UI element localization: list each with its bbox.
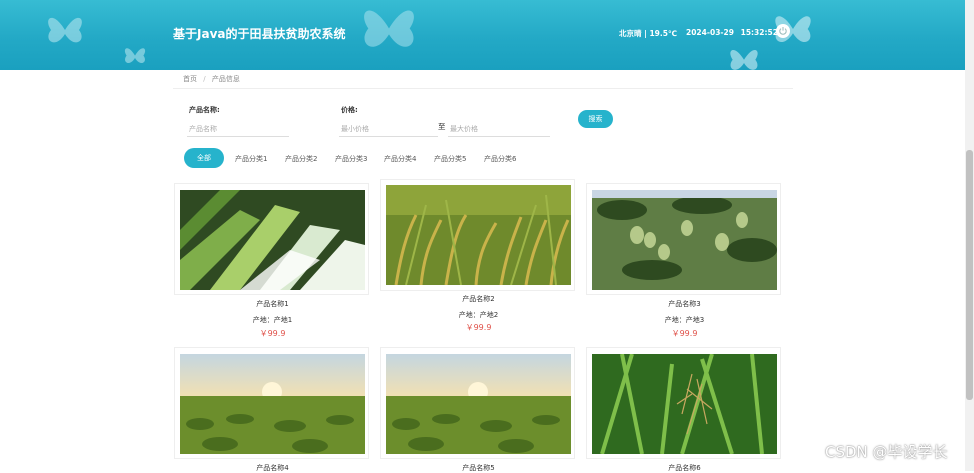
product-name: 产品名称6: [668, 464, 701, 472]
product-name: 产品名称5: [462, 464, 495, 472]
product-name: 产品名称4: [256, 464, 289, 472]
butterfly-decoration-icon: [364, 10, 414, 47]
category-item[interactable]: 产品分类4: [384, 154, 416, 164]
product-card[interactable]: 产品名称1 产地：产地1 ￥99.9: [174, 183, 369, 338]
watermark: CSDN @毕设学长: [825, 443, 948, 461]
breadcrumb-separator: /: [203, 75, 206, 83]
scrollbar-thumb[interactable]: [966, 150, 973, 400]
power-icon: [779, 27, 787, 35]
category-all-button[interactable]: 全部: [184, 148, 224, 168]
product-image-field: [180, 354, 365, 454]
breadcrumb: 首页 / 产品信息: [173, 70, 793, 89]
page-scrollbar[interactable]: [965, 0, 974, 471]
category-item[interactable]: 产品分类3: [335, 154, 367, 164]
category-item[interactable]: 产品分类1: [235, 154, 267, 164]
product-origin: 产地：产地2: [458, 311, 499, 319]
price-range-to: 至: [438, 122, 446, 131]
product-name: 产品名称3: [668, 300, 701, 308]
product-origin: 产地：产地3: [664, 316, 705, 324]
butterfly-decoration-icon: [48, 17, 82, 43]
product-price: ￥99.9: [671, 329, 698, 338]
weather-info: 北京晴 | 19.5℃: [619, 29, 678, 38]
top-header: 基于Java的于田县扶贫助农系统 北京晴 | 19.5℃ 2024-03-29 …: [0, 0, 974, 70]
max-price-input[interactable]: [448, 122, 550, 137]
current-time: 15:32:52: [740, 28, 778, 37]
price-label: 价格:: [341, 106, 358, 114]
logout-button[interactable]: [776, 24, 790, 38]
product-name-label: 产品名称:: [189, 106, 220, 114]
product-name: 产品名称1: [256, 300, 289, 308]
datetime: 2024-03-29 15:32:52: [686, 28, 778, 37]
product-name: 产品名称2: [462, 295, 495, 303]
product-image-mango: [592, 190, 777, 290]
product-origin: 产地：产地1: [252, 316, 293, 324]
category-item[interactable]: 产品分类6: [484, 154, 516, 164]
breadcrumb-current: 产品信息: [211, 75, 240, 83]
product-price: ￥99.9: [259, 329, 286, 338]
product-card[interactable]: 产品名称2 产地：产地2 ￥99.9: [380, 179, 575, 332]
butterfly-decoration-icon: [730, 49, 758, 70]
product-card[interactable]: 产品名称3 产地：产地3 ￥99.9: [586, 183, 781, 338]
product-name-input[interactable]: [187, 122, 289, 137]
current-date: 2024-03-29: [686, 28, 734, 37]
product-image-leek: [180, 190, 365, 290]
product-image-rice: [386, 185, 571, 285]
app-title: 基于Java的于田县扶贫助农系统: [173, 27, 346, 41]
product-card[interactable]: 产品名称6: [586, 347, 781, 472]
product-card[interactable]: 产品名称4: [174, 347, 369, 472]
butterfly-decoration-icon: [124, 48, 146, 64]
category-item[interactable]: 产品分类2: [285, 154, 317, 164]
min-price-input[interactable]: [339, 122, 438, 137]
product-image-field: [386, 354, 571, 454]
breadcrumb-home-link[interactable]: 首页: [183, 75, 197, 83]
product-price: ￥99.9: [465, 323, 492, 332]
product-image-rice-plant: [592, 354, 777, 454]
category-item[interactable]: 产品分类5: [434, 154, 466, 164]
search-button[interactable]: 搜索: [578, 110, 613, 128]
product-card[interactable]: 产品名称5: [380, 347, 575, 472]
